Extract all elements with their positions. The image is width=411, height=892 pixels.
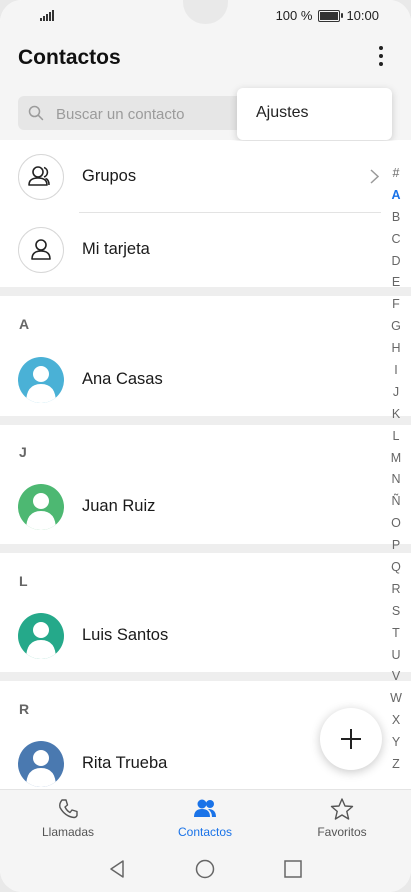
contact-name: Juan Ruiz [82, 497, 156, 515]
contact-name: Luis Santos [82, 626, 169, 644]
section-separator [0, 672, 411, 681]
tab-calls[interactable]: Llamadas [8, 798, 128, 839]
section-separator [0, 287, 411, 296]
clock: 10:00 [346, 8, 379, 23]
index-letter[interactable]: V [387, 666, 405, 688]
tab-label: Llamadas [41, 825, 95, 839]
contact-avatar [18, 484, 64, 530]
index-letter[interactable]: G [387, 316, 405, 338]
contacts-icon [194, 799, 216, 817]
contact-avatar [18, 613, 64, 659]
index-letter[interactable]: Z [387, 754, 405, 776]
divider [79, 212, 381, 213]
index-letter[interactable]: Q [387, 557, 405, 579]
groups-icon [28, 166, 50, 186]
my-card-avatar [18, 227, 64, 273]
section-separator [0, 544, 411, 553]
section-letter: J [19, 444, 27, 460]
index-letter[interactable]: B [387, 207, 405, 229]
person-icon [31, 239, 51, 260]
groups-row[interactable]: Grupos [0, 141, 411, 213]
app-bar: Contactos [0, 32, 411, 86]
alphabet-index[interactable]: # A B C D E F G H I J K L M N Ñ O P Q R S T U V W X Y Z [387, 163, 405, 776]
tab-label: Contactos [177, 825, 233, 839]
tab-favorites[interactable]: Favoritos [282, 798, 402, 839]
recents-icon[interactable] [284, 860, 302, 878]
home-icon[interactable] [195, 859, 215, 879]
index-letter[interactable]: H [387, 338, 405, 360]
index-letter[interactable]: # [387, 163, 405, 185]
index-letter[interactable]: Ñ [387, 491, 405, 513]
groups-avatar [18, 154, 64, 200]
index-letter[interactable]: F [387, 294, 405, 316]
system-navigation [0, 846, 411, 892]
signal-icon [40, 10, 54, 21]
index-letter[interactable]: E [387, 272, 405, 294]
index-letter[interactable]: N [387, 469, 405, 491]
overflow-menu: Ajustes [237, 88, 392, 140]
groups-label: Grupos [82, 167, 137, 185]
index-letter[interactable]: U [387, 645, 405, 667]
contact-row[interactable]: Ana Casas [0, 344, 411, 416]
index-letter[interactable]: P [387, 535, 405, 557]
my-card-row[interactable]: Mi tarjeta [0, 214, 411, 286]
page-title: Contactos [18, 46, 121, 69]
section-letter: A [19, 316, 30, 332]
battery-percent: 100 % [275, 8, 313, 23]
chevron-right-icon [370, 169, 379, 184]
contact-name: Rita Trueba [82, 754, 168, 772]
index-letter[interactable]: C [387, 229, 405, 251]
plus-icon [341, 729, 361, 749]
tab-label: Favoritos [317, 825, 367, 839]
index-letter[interactable]: L [387, 426, 405, 448]
index-letter[interactable]: A [387, 185, 405, 207]
index-letter[interactable]: X [387, 710, 405, 732]
section-letter: R [19, 701, 30, 717]
index-letter[interactable]: K [387, 404, 405, 426]
index-letter[interactable]: Y [387, 732, 405, 754]
contact-name: Ana Casas [82, 370, 163, 388]
add-contact-button[interactable] [320, 708, 382, 770]
section-letter: L [19, 573, 28, 589]
index-letter[interactable]: J [387, 382, 405, 404]
search-icon [28, 105, 44, 121]
phone-screen: 100 % 10:00 Contactos Ajustes [0, 0, 411, 892]
index-letter[interactable]: R [387, 579, 405, 601]
index-letter[interactable]: O [387, 513, 405, 535]
index-letter[interactable]: D [387, 251, 405, 273]
index-letter[interactable]: S [387, 601, 405, 623]
contact-row[interactable]: Juan Ruiz [0, 471, 411, 543]
battery-icon [318, 9, 344, 22]
phone-icon [59, 799, 78, 819]
contact-row[interactable]: Luis Santos [0, 600, 411, 672]
contact-avatar [18, 741, 64, 787]
tab-contacts[interactable]: Contactos [145, 798, 265, 839]
index-letter[interactable]: W [387, 688, 405, 710]
bottom-navigation: Llamadas Contactos Favoritos [0, 789, 411, 846]
star-icon [330, 798, 354, 820]
back-icon[interactable] [108, 860, 126, 878]
index-letter[interactable]: T [387, 623, 405, 645]
index-letter[interactable]: I [387, 360, 405, 382]
my-card-label: Mi tarjeta [82, 240, 150, 258]
index-letter[interactable]: M [387, 448, 405, 470]
more-options-icon[interactable] [376, 46, 386, 70]
contact-avatar [18, 357, 64, 403]
menu-item-settings[interactable]: Ajustes [256, 104, 308, 122]
section-separator [0, 416, 411, 425]
